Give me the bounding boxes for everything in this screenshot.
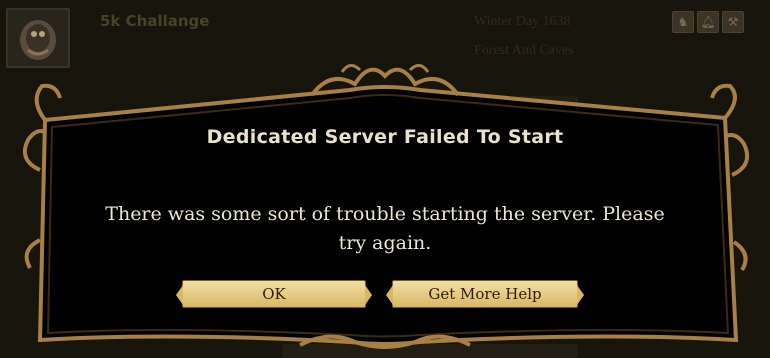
dialog-frame — [23, 64, 749, 349]
dialog-message: There was some sort of trouble starting … — [105, 203, 665, 254]
ok-button[interactable]: OK — [176, 280, 372, 308]
get-more-help-button[interactable]: Get More Help — [386, 280, 584, 308]
dialog-title: Dedicated Server Failed To Start — [206, 126, 564, 148]
